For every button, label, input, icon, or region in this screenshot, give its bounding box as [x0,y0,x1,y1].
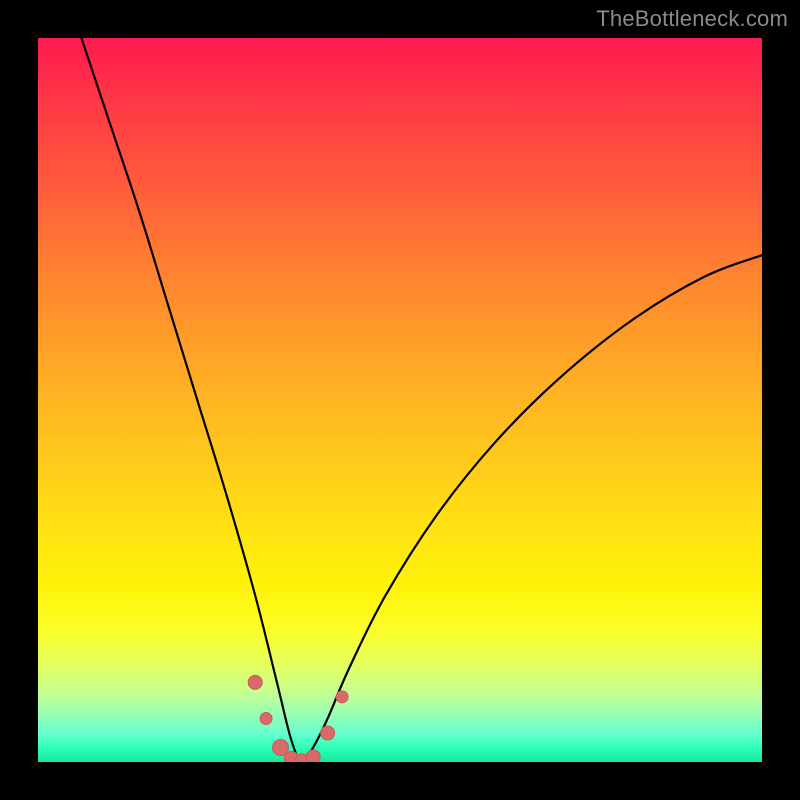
plot-area [38,38,762,762]
bottleneck-curve [81,38,762,762]
bottom-dots-group [248,675,348,762]
bottom-dot [321,726,335,740]
bottom-dot [248,675,262,689]
bottom-dot [336,691,348,703]
bottom-dot [306,750,320,762]
chart-frame: TheBottleneck.com [0,0,800,800]
bottom-dot [260,713,272,725]
watermark-text: TheBottleneck.com [596,6,788,32]
curve-layer [38,38,762,762]
